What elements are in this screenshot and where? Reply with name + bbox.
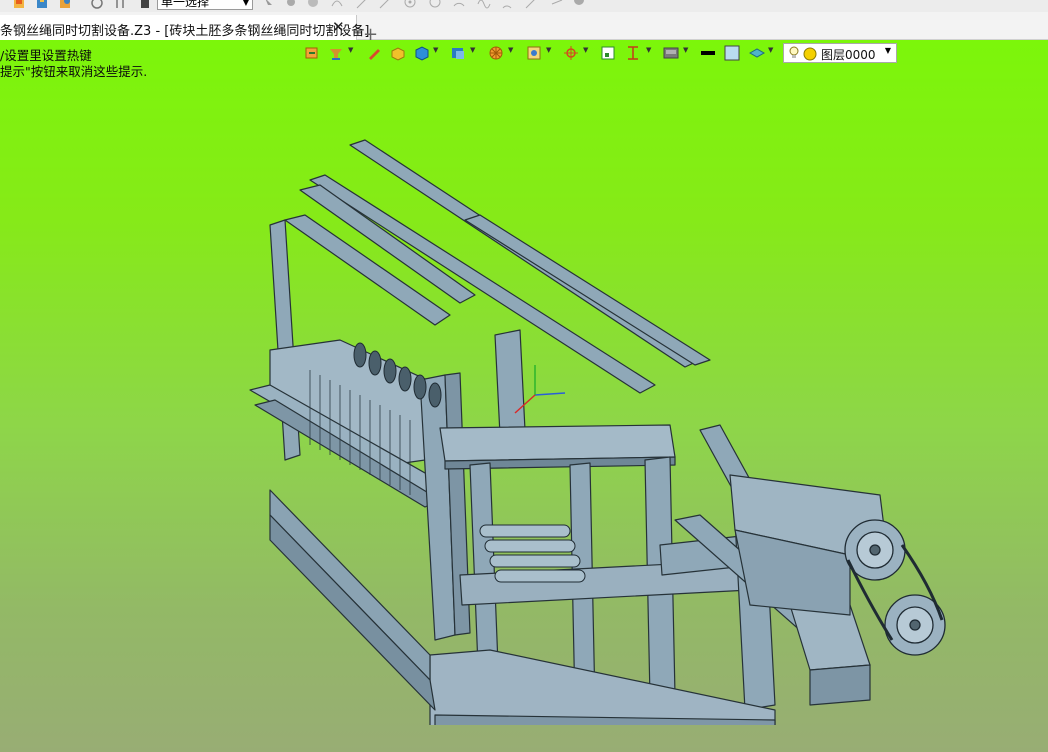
chevron-down-icon[interactable]: ▼ xyxy=(348,46,353,54)
hint-text-line2: 提示"按钮来取消这些提示. xyxy=(0,64,148,79)
view-toolbar: ▼ ▼ ▼ ▼ ▼ ▼ ▼ ▼ ▼ 图层0000 ▼ xyxy=(300,42,900,64)
chevron-down-icon[interactable]: ▼ xyxy=(768,46,773,54)
arc-icon[interactable] xyxy=(500,0,514,10)
curve-icon[interactable] xyxy=(330,0,344,10)
undo-icon[interactable] xyxy=(90,0,104,10)
play-icon[interactable] xyxy=(306,0,320,10)
view-orient-icon[interactable] xyxy=(304,45,320,61)
3d-viewport[interactable]: /设置里设置热键 提示"按钮来取消这些提示. ▼ ▼ ▼ ▼ ▼ ▼ ▼ ▼ ▼… xyxy=(0,40,1048,752)
layer-dropdown[interactable]: 图层0000 ▼ xyxy=(783,43,897,63)
box-yellow-icon[interactable] xyxy=(390,45,406,61)
layer-stack-icon[interactable] xyxy=(749,45,765,61)
tab-document-label: 条钢丝绳同时切割设备.Z3 - [砖块土胚多条钢丝绳同时切割设备] xyxy=(0,24,370,39)
layer-name: 图层0000 xyxy=(821,48,876,62)
circle-icon[interactable] xyxy=(428,0,442,10)
fit-icon[interactable] xyxy=(600,45,616,61)
new-file-icon[interactable] xyxy=(12,0,26,10)
lightbulb-icon[interactable] xyxy=(788,46,800,60)
selection-mode-dropdown[interactable]: 单一选择 ▼ xyxy=(157,0,253,10)
chevron-down-icon[interactable]: ▼ xyxy=(470,46,475,54)
chevron-down-icon: ▼ xyxy=(884,46,891,55)
cube-shade-icon[interactable] xyxy=(450,45,466,61)
dimension-icon[interactable] xyxy=(625,45,641,61)
line-icon[interactable] xyxy=(378,0,392,10)
section-icon[interactable] xyxy=(526,45,542,61)
pick-icon[interactable] xyxy=(262,0,276,10)
sketch-icon[interactable] xyxy=(284,0,298,10)
wheel-icon[interactable] xyxy=(488,45,504,61)
chevron-down-icon[interactable]: ▼ xyxy=(508,46,513,54)
3d-model-cutting-machine[interactable] xyxy=(230,135,960,725)
close-icon[interactable]: ✕ xyxy=(332,18,345,36)
pen-icon[interactable] xyxy=(366,45,382,61)
export-icon[interactable] xyxy=(58,0,72,10)
main-toolbar: 单一选择 ▼ xyxy=(0,0,1048,12)
line-icon[interactable] xyxy=(524,0,538,10)
chevron-down-icon[interactable]: ▼ xyxy=(646,46,651,54)
chevron-down-icon[interactable]: ▼ xyxy=(583,46,588,54)
chevron-down-icon[interactable]: ▼ xyxy=(546,46,551,54)
save-icon[interactable] xyxy=(35,0,49,10)
line-color-icon[interactable] xyxy=(700,45,716,61)
document-tab-bar: 条钢丝绳同时切割设备.Z3 - [砖块土胚多条钢丝绳同时切割设备] ✕ + xyxy=(0,12,1048,44)
chevron-down-icon[interactable]: ▼ xyxy=(683,46,688,54)
axis-icon[interactable] xyxy=(563,45,579,61)
fillet-icon[interactable] xyxy=(572,0,586,10)
stop-icon[interactable] xyxy=(138,0,152,10)
redo-icon[interactable] xyxy=(113,0,127,10)
fill-color-icon[interactable] xyxy=(724,45,740,61)
filter-icon[interactable] xyxy=(328,45,344,61)
point-icon[interactable] xyxy=(403,0,417,10)
display-icon[interactable] xyxy=(663,45,679,61)
spline-icon[interactable] xyxy=(477,0,491,10)
tab-document[interactable]: 条钢丝绳同时切割设备.Z3 - [砖块土胚多条钢丝绳同时切割设备] ✕ xyxy=(0,15,369,40)
trim-icon[interactable] xyxy=(550,0,564,10)
cube-blue-icon[interactable] xyxy=(414,45,430,61)
chevron-down-icon[interactable]: ▼ xyxy=(433,46,438,54)
line-icon[interactable] xyxy=(355,0,369,10)
layer-color-icon[interactable] xyxy=(803,47,817,61)
chevron-down-icon: ▼ xyxy=(242,0,249,7)
arc-icon[interactable] xyxy=(452,0,466,10)
selection-mode-value: 单一选择 xyxy=(161,0,210,9)
